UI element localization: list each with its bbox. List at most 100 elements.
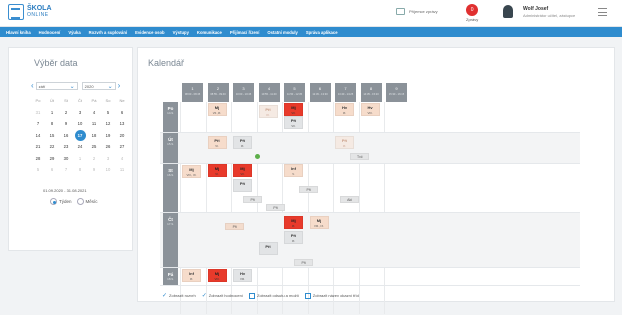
calendar-day[interactable]: 31: [31, 110, 45, 115]
nav-item[interactable]: Evidence osob: [135, 30, 165, 35]
calendar-day[interactable]: 21: [31, 144, 45, 149]
calendar-day[interactable]: 24: [73, 144, 87, 149]
nav-item[interactable]: Přijímací řízení: [230, 30, 260, 35]
calendar-day[interactable]: 7: [31, 121, 45, 126]
calendar-day[interactable]: 5: [31, 167, 45, 172]
calendar-day[interactable]: 12: [101, 121, 115, 126]
calendar-day[interactable]: 5: [101, 110, 115, 115]
calendar-day[interactable]: 25: [87, 144, 101, 149]
calendar-day[interactable]: 1: [45, 110, 59, 115]
lesson-card[interactable]: Hv VIII.: [360, 103, 380, 116]
legend-item[interactable]: Zobrazit odsutu a možtí: [249, 292, 299, 299]
calendar-day[interactable]: 23: [59, 144, 73, 149]
nav-item[interactable]: Výuka: [68, 30, 80, 35]
calendar-day[interactable]: 15: [45, 133, 59, 138]
calendar-day[interactable]: 6: [45, 167, 59, 172]
nav-item[interactable]: Správa aplikace: [306, 30, 338, 35]
year-select[interactable]: 2020 ⌄: [81, 82, 116, 90]
calendar-day[interactable]: 11: [115, 167, 129, 172]
legend-item[interactable]: Zobrazit název okazní tříd: [304, 292, 359, 299]
chevron-left-icon[interactable]: ‹: [31, 82, 34, 90]
messages-link[interactable]: Příjemce zprávy: [396, 8, 438, 15]
lesson-chip[interactable]: Pří: [266, 204, 286, 211]
lesson-card[interactable]: Mj VI.: [207, 164, 227, 177]
period-number: 6: [318, 86, 322, 91]
calendar-day[interactable]: 20: [115, 133, 129, 138]
legend-item[interactable]: ✓ Zobrazit rozvrh: [162, 292, 196, 299]
calendar-day[interactable]: 29: [45, 156, 59, 161]
app-logo[interactable]: ŠKOLA ONLINE: [8, 4, 52, 20]
calendar-day[interactable]: 7: [59, 167, 73, 172]
calendar-day[interactable]: 18: [87, 133, 101, 138]
calendar-day[interactable]: 14: [31, 133, 45, 138]
lesson-chip[interactable]: Pří: [299, 186, 319, 193]
calendar-day[interactable]: 13: [115, 121, 129, 126]
calendar-day-today[interactable]: 17: [73, 129, 87, 141]
lesson-card[interactable]: Hv IX.: [335, 103, 354, 116]
lesson-card[interactable]: Mj VII.,IX.: [207, 103, 227, 116]
day-number: 17: [74, 129, 86, 141]
lesson-card[interactable]: Pří IX.: [284, 231, 303, 244]
calendar-day[interactable]: 4: [87, 110, 101, 115]
calendar-day[interactable]: 27: [115, 144, 129, 149]
calendar-day[interactable]: 8: [73, 167, 87, 172]
lesson-chip[interactable]: Pří: [243, 196, 263, 203]
nav-item[interactable]: Výstupy: [173, 30, 189, 35]
lesson-card[interactable]: Pří: [258, 242, 278, 255]
lesson-card[interactable]: Mj VII.: [233, 164, 252, 177]
calendar-day[interactable]: 30: [59, 156, 73, 161]
period-time: 08:00 - 08:45: [184, 93, 201, 96]
nav-item[interactable]: Rozvrh a suplování: [89, 30, 127, 35]
lesson-card[interactable]: Hv VIII.: [233, 269, 252, 282]
calendar-day[interactable]: 10: [73, 121, 87, 126]
nav-item[interactable]: Ostatní moduly: [267, 30, 297, 35]
nav-item[interactable]: Hodnocení: [39, 30, 61, 35]
nav-item[interactable]: Hlavní kniha: [6, 30, 31, 35]
legend-item[interactable]: ✓ Zobrazit hodnocení: [202, 292, 243, 299]
lesson-card[interactable]: Pří IX.: [258, 105, 278, 118]
calendar-day[interactable]: 11: [87, 121, 101, 126]
calendar-day[interactable]: 3: [101, 156, 115, 161]
user-menu[interactable]: Wolf Josef Administrátor učitel, zástupce: [503, 5, 575, 18]
lesson-card[interactable]: Mj VIII.: [207, 269, 227, 282]
lesson-card[interactable]: Mj VIII., IX.: [182, 165, 201, 178]
hamburger-menu-icon[interactable]: [598, 8, 607, 16]
lesson-card[interactable]: Inf V.: [284, 164, 303, 177]
lesson-card[interactable]: Pří VI.: [207, 136, 227, 149]
lesson-chip[interactable]: Pří: [225, 223, 245, 230]
lesson-chip[interactable]: Tvč: [350, 153, 370, 160]
calendar-day[interactable]: 3: [73, 110, 87, 115]
calendar-day[interactable]: 2: [87, 156, 101, 161]
calendar-day[interactable]: 6: [115, 110, 129, 115]
lesson-chip[interactable]: Pří: [294, 259, 314, 266]
lesson-chip[interactable]: Aki: [340, 196, 360, 203]
calendar-day[interactable]: 4: [115, 156, 129, 161]
calendar-day[interactable]: 26: [101, 144, 115, 149]
lesson-card[interactable]: Mj VII.: [284, 103, 303, 116]
lesson-card[interactable]: Pří: [233, 179, 252, 192]
lesson-card[interactable]: Mj IX.: [284, 216, 303, 229]
calendar-day[interactable]: 16: [59, 133, 73, 138]
lesson-card[interactable]: Pří IX.: [233, 136, 252, 149]
calendar-day[interactable]: 8: [45, 121, 59, 126]
day-date: 16.9.: [167, 173, 174, 177]
lesson-class: IX.: [342, 143, 347, 148]
calendar-day[interactable]: 2: [59, 110, 73, 115]
lesson-card[interactable]: Pří VII.: [284, 116, 303, 129]
lesson-card[interactable]: Pří IX.: [335, 136, 354, 149]
calendar-day[interactable]: 10: [101, 167, 115, 172]
calendar-day[interactable]: 9: [59, 121, 73, 126]
calendar-day[interactable]: 22: [45, 144, 59, 149]
calendar-day[interactable]: 1: [73, 156, 87, 161]
radio-week[interactable]: [50, 198, 57, 205]
lesson-card[interactable]: Inf IX.: [182, 269, 201, 282]
radio-month[interactable]: [76, 198, 84, 205]
chevron-right-icon[interactable]: ›: [118, 82, 121, 90]
lesson-card[interactable]: Mj VIII., IX.: [309, 216, 329, 229]
calendar-day[interactable]: 19: [101, 133, 115, 138]
nav-item[interactable]: Komunikace: [197, 30, 222, 35]
calendar-day[interactable]: 9: [87, 167, 101, 172]
calendar-day[interactable]: 28: [31, 156, 45, 161]
notifications-button[interactable]: 0 Zprávy: [466, 4, 478, 22]
month-select[interactable]: září ⌄: [35, 82, 78, 90]
